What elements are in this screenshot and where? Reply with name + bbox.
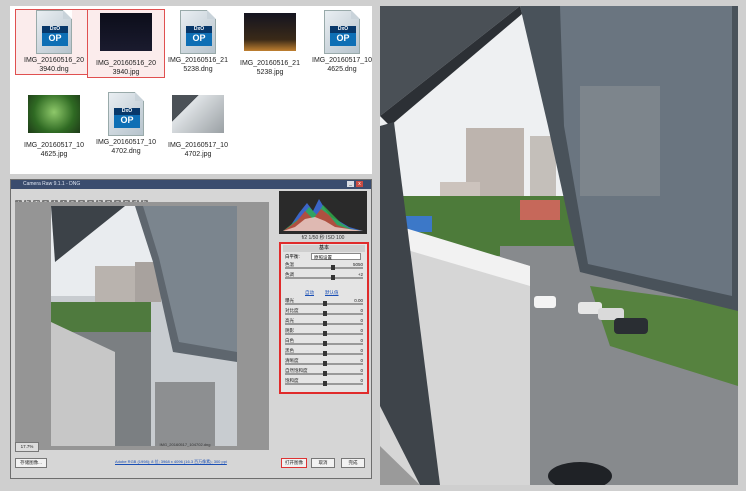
slider-track[interactable] (285, 267, 363, 269)
dxo-badge-top: DxO (114, 108, 140, 115)
large-photo (380, 6, 738, 485)
slider-knob[interactable] (323, 321, 327, 326)
slider-knob[interactable] (323, 381, 327, 386)
dialog-title: Camera Raw 9.1.1 - DNG (23, 181, 81, 187)
dxo-optics-icon: DxO OP (172, 10, 224, 54)
file-item[interactable]: IMG_20160517_10 4625.jpg (16, 92, 92, 159)
slider-row[interactable]: 清晰度 0 (285, 358, 363, 367)
white-balance-select[interactable]: 原照设置 (311, 253, 361, 260)
camera-raw-dialog: Camera Raw 9.1.1 - DNG _ x +hwctrsoebgop… (10, 179, 372, 479)
file-browser: DxO OP IMG_20160516_20 3940.dng IMG_20160516… (10, 6, 372, 174)
dxo-badge-top: DxO (330, 26, 356, 33)
dxo-optics-icon: DxO OP (100, 92, 152, 136)
dxo-optics-icon: DxO OP (316, 10, 368, 54)
bottom-bar: 17.7% 存储图像... Adobe RGB (1998); 8 位; 396… (15, 442, 367, 474)
file-name-line1: IMG_20160516_20 (24, 57, 84, 64)
slider-knob[interactable] (323, 331, 327, 336)
slider-knob[interactable] (331, 265, 335, 270)
slider-knob[interactable] (331, 275, 335, 280)
panel-title: 基本 (283, 245, 365, 252)
slider-row[interactable]: 曝光 0.00 (285, 298, 363, 307)
slider-row[interactable]: 自然饱和度 0 (285, 368, 363, 377)
file-item[interactable]: DxO OP IMG_20160517_10 4702.dng (88, 92, 164, 156)
building-photo-thumbnail (172, 95, 224, 139)
slider-row[interactable]: 色调 +2 (285, 272, 363, 281)
slider-row[interactable]: 色温 5050 (285, 262, 363, 271)
default-link[interactable]: 默认值 (325, 290, 339, 296)
file-name-line2: 3940.jpg (112, 69, 140, 76)
night-street-thumbnail (244, 13, 296, 57)
file-name-line2: 3940.dng (39, 66, 69, 73)
slider-row[interactable]: 黑色 0 (285, 348, 363, 357)
image-preview[interactable] (15, 202, 269, 450)
dxo-badge-main: OP (336, 33, 350, 43)
file-name-line2: 4702.dng (111, 148, 141, 155)
done-button[interactable]: 完成 (341, 458, 365, 468)
close-button[interactable]: x (356, 181, 363, 187)
minimize-button[interactable]: _ (347, 181, 354, 187)
night-photo-thumbnail (100, 13, 152, 57)
histogram (279, 191, 367, 234)
file-name-line1: IMG_20160517_10 (24, 142, 84, 149)
file-name-line1: IMG_20160517_10 (96, 139, 156, 146)
file-item[interactable]: DxO OP IMG_20160516_21 5238.dng (160, 10, 236, 74)
file-name-line1: IMG_20160516_21 (168, 57, 228, 64)
file-name-line1: IMG_20160516_20 (96, 60, 156, 67)
dxo-badge-top: DxO (42, 26, 68, 33)
file-name-line1: IMG_20160516_21 (240, 60, 300, 67)
slider-knob[interactable] (323, 361, 327, 366)
slider-knob[interactable] (323, 341, 327, 346)
auto-link[interactable]: 自动 (305, 290, 314, 296)
slider-row[interactable]: 高光 0 (285, 318, 363, 327)
slider-track[interactable] (285, 277, 363, 279)
file-name-line2: 4625.dng (327, 66, 357, 73)
slider-row[interactable]: 白色 0 (285, 338, 363, 347)
title-bar: Camera Raw 9.1.1 - DNG _ x (11, 180, 371, 189)
dxo-badge-top: DxO (186, 26, 212, 33)
file-item[interactable]: DxO OP IMG_20160517_10 4625.dng (304, 10, 380, 74)
dxo-badge-main: OP (192, 33, 206, 43)
dxo-optics-icon: DxO OP (28, 10, 80, 54)
file-item[interactable]: IMG_20160516_20 3940.jpg (87, 9, 165, 78)
file-item[interactable]: IMG_20160516_21 5238.jpg (232, 10, 308, 77)
workflow-options-link[interactable]: Adobe RGB (1998); 8 位; 3968 x 4096 (16.3… (115, 459, 265, 465)
file-name-line2: 5238.dng (183, 66, 213, 73)
file-item[interactable]: IMG_20160517_10 4702.jpg (160, 92, 236, 159)
file-name-line1: IMG_20160517_10 (312, 57, 372, 64)
file-item[interactable]: DxO OP IMG_20160516_20 3940.dng (15, 9, 93, 75)
slider-row[interactable]: 阴影 0 (285, 328, 363, 337)
slider-row[interactable]: 对比度 0 (285, 308, 363, 317)
file-name-line1: IMG_20160517_10 (168, 142, 228, 149)
save-image-button[interactable]: 存储图像... (15, 458, 47, 468)
zoom-level[interactable]: 17.7% (15, 442, 39, 452)
slider-row[interactable]: 饱和度 0 (285, 378, 363, 387)
slider-knob[interactable] (323, 311, 327, 316)
file-name-line2: 4702.jpg (184, 151, 212, 158)
toolbar: +hwctrsoebgop↺↻ (15, 191, 265, 207)
slider-knob[interactable] (323, 351, 327, 356)
dxo-badge-main: OP (48, 33, 62, 43)
file-name: IMG_20160517_104702.dng (159, 442, 211, 447)
slider-knob[interactable] (323, 371, 327, 376)
cancel-button[interactable]: 取消 (311, 458, 335, 468)
file-name-line2: 4625.jpg (40, 151, 68, 158)
basic-adjustments-panel: 基本 白平衡: 原照设置 自动 默认值 色温 5050 色调 +2 曝光 0.00 对比度 0… (279, 242, 369, 394)
slider-knob[interactable] (323, 301, 327, 306)
file-name-line2: 5238.jpg (256, 69, 284, 76)
open-image-button[interactable]: 打开图像 (281, 458, 307, 468)
dxo-badge-main: OP (120, 115, 134, 125)
white-balance-label: 白平衡: (285, 254, 300, 259)
plant-photo-thumbnail (28, 95, 80, 139)
